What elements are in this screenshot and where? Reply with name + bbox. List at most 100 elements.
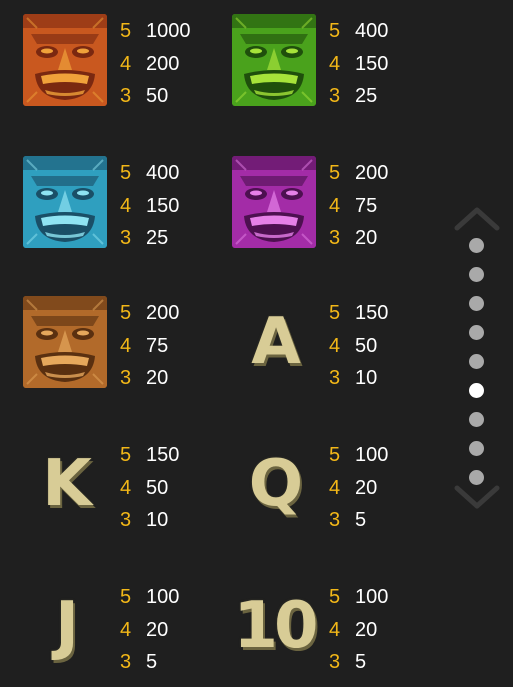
pay-value: 5 [355,509,367,531]
pay-value: 50 [146,477,169,499]
pay-value: 200 [146,53,180,75]
page-dot[interactable] [469,354,484,369]
paytable-entry: 5 200 4 75 3 20 [231,156,441,256]
ten-icon: 10 [233,589,318,663]
pay-value: 200 [355,162,389,184]
pay-count: 3 [120,367,132,389]
pay-count: 4 [120,53,132,75]
pay-value: 400 [355,20,389,42]
paytable-entry: A 5 150 4 50 3 10 [231,296,441,396]
letter-q-icon: Q [248,447,303,521]
symbol-ten: 10 [231,580,318,672]
pay-count: 4 [329,477,341,499]
symbol-letter-j: J [22,580,108,672]
pay-value: 75 [355,195,378,217]
pay-count: 5 [120,162,132,184]
pay-count: 5 [120,444,132,466]
symbol-brown-tiki-mask [22,296,108,388]
pay-value: 1000 [146,20,191,42]
pay-count: 3 [329,509,341,531]
pay-value: 50 [146,85,169,107]
pay-count: 3 [120,509,132,531]
page-dot[interactable] [469,267,484,282]
symbol-letter-q: Q [231,438,317,530]
pay-value: 25 [355,85,378,107]
pay-count: 5 [329,444,341,466]
pay-value: 200 [146,302,180,324]
paytable-entry: Q 5 100 4 20 35 [231,438,441,538]
pay-value: 150 [146,195,180,217]
pay-value: 20 [355,619,378,641]
pay-value: 20 [146,367,169,389]
symbol-blue-tiki-mask [22,156,108,248]
paytable-entry: K 5 150 4 50 3 10 [22,438,232,538]
pay-count: 4 [120,335,132,357]
chevron-down-icon[interactable] [453,484,501,512]
pay-value: 400 [146,162,180,184]
pay-count: 4 [120,619,132,641]
pay-count: 5 [329,586,341,608]
green-tiki-mask-icon [232,14,316,106]
pay-count: 5 [120,586,132,608]
chevron-up-icon[interactable] [453,204,501,232]
pay-value: 20 [355,227,378,249]
pay-value: 5 [355,651,367,673]
pay-value: 150 [355,53,389,75]
pay-count: 3 [329,367,341,389]
pay-value: 25 [146,227,169,249]
pay-count: 3 [329,85,341,107]
page-dot[interactable] [469,441,484,456]
page-dot[interactable] [469,383,484,398]
pay-count: 4 [329,335,341,357]
pay-count: 5 [329,20,341,42]
pay-count: 4 [120,195,132,217]
pay-count: 5 [329,162,341,184]
paytable: 5 1000 4 200 3 50 5 400 4 150 3 25 5 400 4 150 3… [0,0,440,687]
pay-value: 20 [146,619,169,641]
pay-count: 3 [120,651,132,673]
letter-k-icon: K [42,447,92,521]
pay-count: 3 [120,85,132,107]
brown-tiki-mask-icon [23,296,107,388]
pay-count: 4 [120,477,132,499]
pay-count: 3 [120,227,132,249]
letter-a-icon: A [251,305,300,379]
pay-value: 100 [146,586,180,608]
paytable-entry: 5 400 4 150 3 25 [231,14,441,114]
paytable-entry: 5 400 4 150 3 25 [22,156,232,256]
pay-count: 5 [120,20,132,42]
pay-value: 5 [146,651,158,673]
pay-count: 5 [120,302,132,324]
blue-tiki-mask-icon [23,156,107,248]
symbol-purple-tiki-mask [231,156,317,248]
pay-count: 3 [329,227,341,249]
purple-tiki-mask-icon [232,156,316,248]
pay-value: 100 [355,444,389,466]
pay-count: 4 [329,619,341,641]
page-dot[interactable] [469,325,484,340]
page-dot[interactable] [469,296,484,311]
pay-value: 75 [146,335,169,357]
pay-value: 150 [146,444,180,466]
pay-value: 50 [355,335,378,357]
pay-value: 10 [146,509,169,531]
pay-value: 10 [355,367,378,389]
symbol-green-tiki-mask [231,14,317,106]
pay-value: 20 [355,477,378,499]
page-dot[interactable] [469,238,484,253]
red-tiki-mask-icon [23,14,107,106]
letter-j-icon: J [55,589,79,663]
symbol-letter-k: K [22,438,108,530]
pay-value: 150 [355,302,389,324]
pay-count: 5 [329,302,341,324]
pay-count: 4 [329,195,341,217]
page-dot[interactable] [469,412,484,427]
pay-count: 4 [329,53,341,75]
symbol-red-tiki-mask [22,14,108,106]
paytable-entry: J 5 100 4 20 35 [22,580,232,680]
pay-count: 3 [329,651,341,673]
pay-value: 100 [355,586,389,608]
symbol-letter-a: A [231,296,317,388]
page-navigator [451,200,503,520]
page-dot[interactable] [469,470,484,485]
